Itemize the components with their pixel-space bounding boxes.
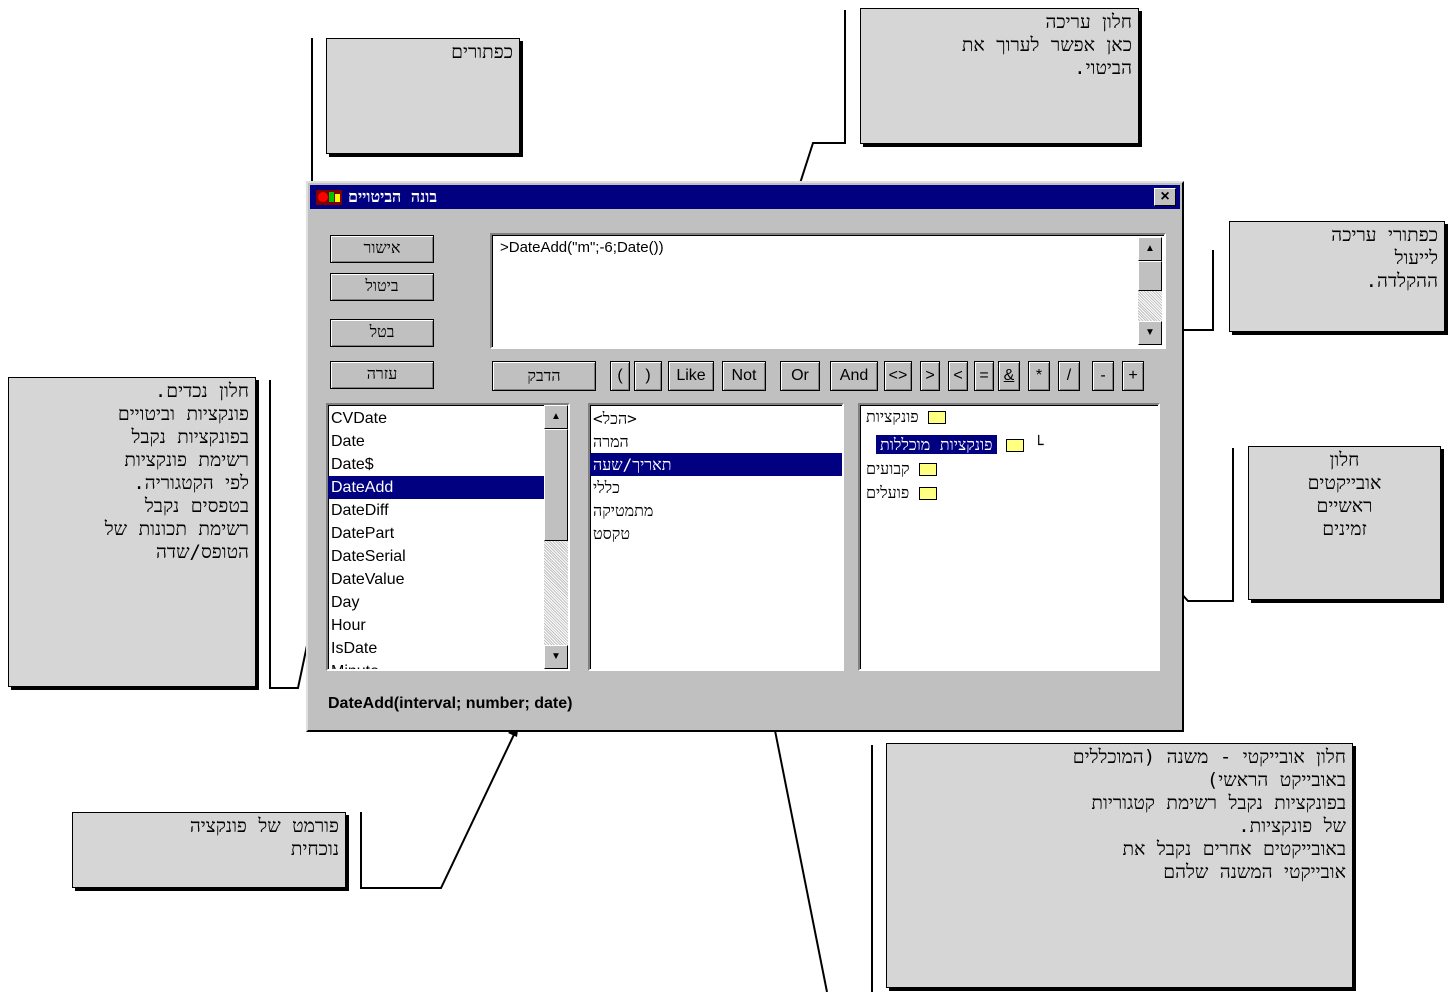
close-button[interactable]: × — [1154, 188, 1176, 206]
ok-button[interactable]: אישור — [330, 235, 434, 263]
tree-item-constants[interactable]: קבועים — [866, 457, 938, 480]
function-item[interactable]: IsDate — [328, 637, 568, 660]
function-item[interactable]: Date$ — [328, 453, 568, 476]
function-item[interactable]: DateDiff — [328, 499, 568, 522]
functions-scrollbar[interactable]: ▲ ▼ — [544, 405, 568, 669]
function-item[interactable]: DateValue — [328, 568, 568, 591]
categories-list[interactable]: <הכל> המרה תאריך/שעה כללי מתמטיקה טקסט — [588, 403, 844, 671]
expression-scrollbar[interactable]: ▲ ▼ — [1138, 237, 1162, 345]
operator-not[interactable]: Not — [722, 361, 766, 391]
operator-plus[interactable]: + — [1122, 361, 1144, 391]
objects-tree[interactable]: פונקציות └ פונקציות מוכללות קבועים פועלי… — [858, 403, 1160, 671]
function-item[interactable]: CVDate — [328, 407, 568, 430]
function-item[interactable]: DatePart — [328, 522, 568, 545]
category-item[interactable]: מתמטיקה — [590, 499, 842, 522]
expression-builder-icon — [316, 190, 342, 205]
category-item[interactable]: תאריך/שעה — [590, 453, 842, 476]
operator-close-paren[interactable]: ) — [634, 361, 662, 391]
folder-icon — [918, 487, 937, 500]
callout-edit-window: חלון עריכה כאן אפשר לערוך את הביטוי. — [860, 8, 1139, 144]
operator-ampersand[interactable]: & — [998, 361, 1020, 391]
callout-buttons: כפתורים — [326, 38, 520, 154]
callout-main-objects: חלון אובייקטים ראשיים זמינים — [1248, 446, 1441, 600]
operator-or[interactable]: Or — [780, 361, 820, 391]
open-folder-icon — [1006, 439, 1025, 452]
cancel-button[interactable]: ביטול — [330, 273, 434, 301]
operator-open-paren[interactable]: ( — [610, 361, 630, 391]
scroll-thumb[interactable] — [1138, 261, 1162, 291]
operator-and[interactable]: And — [830, 361, 878, 391]
functions-list[interactable]: CVDate Date Date$ DateAdd DateDiff DatePart Da… — [326, 403, 570, 671]
tree-item-builtin-functions[interactable]: └ פונקציות מוכללות — [876, 433, 1043, 456]
callout-function-format: פורמט של פונקציה נוכחית — [72, 812, 346, 888]
function-item[interactable]: Day — [328, 591, 568, 614]
dialog-title: בונה הביטויים — [348, 187, 438, 206]
function-item[interactable]: DateAdd — [328, 476, 568, 499]
folder-icon — [928, 411, 947, 424]
syntax-text: DateAdd(interval; number; date) — [328, 695, 573, 712]
operator-equal[interactable]: = — [974, 361, 994, 391]
callout-elements-window: חלון נכדים. פונקציות וביטויים בפונקציות … — [8, 377, 256, 687]
function-item[interactable]: Hour — [328, 614, 568, 637]
expression-builder-dialog: בונה הביטויים × אישור ביטול בטל עזרה >Da… — [306, 181, 1184, 732]
function-item[interactable]: Date — [328, 430, 568, 453]
tree-item-functions[interactable]: פונקציות — [866, 405, 947, 428]
expression-text: >DateAdd("m";-6;Date()) — [500, 239, 664, 256]
category-item[interactable]: המרה — [590, 430, 842, 453]
folder-icon — [919, 463, 938, 476]
scroll-thumb[interactable] — [544, 429, 568, 541]
operator-minus[interactable]: - — [1092, 361, 1114, 391]
scroll-up-icon[interactable]: ▲ — [1138, 237, 1162, 261]
expression-box[interactable]: >DateAdd("m";-6;Date()) ▲ ▼ — [490, 233, 1166, 349]
tree-item-operators[interactable]: פועלים — [866, 481, 937, 504]
function-item[interactable]: Minute — [328, 660, 568, 669]
category-item[interactable]: כללי — [590, 476, 842, 499]
tree-branch-icon: └ — [1033, 435, 1044, 454]
operator-multiply[interactable]: * — [1028, 361, 1050, 391]
operator-divide[interactable]: / — [1058, 361, 1080, 391]
operator-less[interactable]: < — [948, 361, 968, 391]
scroll-up-icon[interactable]: ▲ — [544, 405, 568, 429]
function-item[interactable]: DateSerial — [328, 545, 568, 568]
help-button[interactable]: עזרה — [330, 361, 434, 389]
callout-sub-objects: חלון אובייקטי - משנה (המוכללים באובייקט … — [886, 743, 1353, 988]
scroll-down-icon[interactable]: ▼ — [1138, 321, 1162, 345]
operator-not-equal[interactable]: <> — [884, 361, 912, 391]
paste-button[interactable]: הדבק — [492, 361, 596, 391]
operator-greater[interactable]: > — [920, 361, 940, 391]
category-item[interactable]: טקסט — [590, 522, 842, 545]
category-item[interactable]: <הכל> — [590, 407, 842, 430]
callout-edit-buttons: כפתורי עריכה לייעול ההקלדה. — [1229, 221, 1445, 332]
title-bar[interactable]: בונה הביטויים × — [310, 185, 1180, 209]
operator-like[interactable]: Like — [668, 361, 714, 391]
scroll-down-icon[interactable]: ▼ — [544, 645, 568, 669]
undo-button[interactable]: בטל — [330, 319, 434, 347]
